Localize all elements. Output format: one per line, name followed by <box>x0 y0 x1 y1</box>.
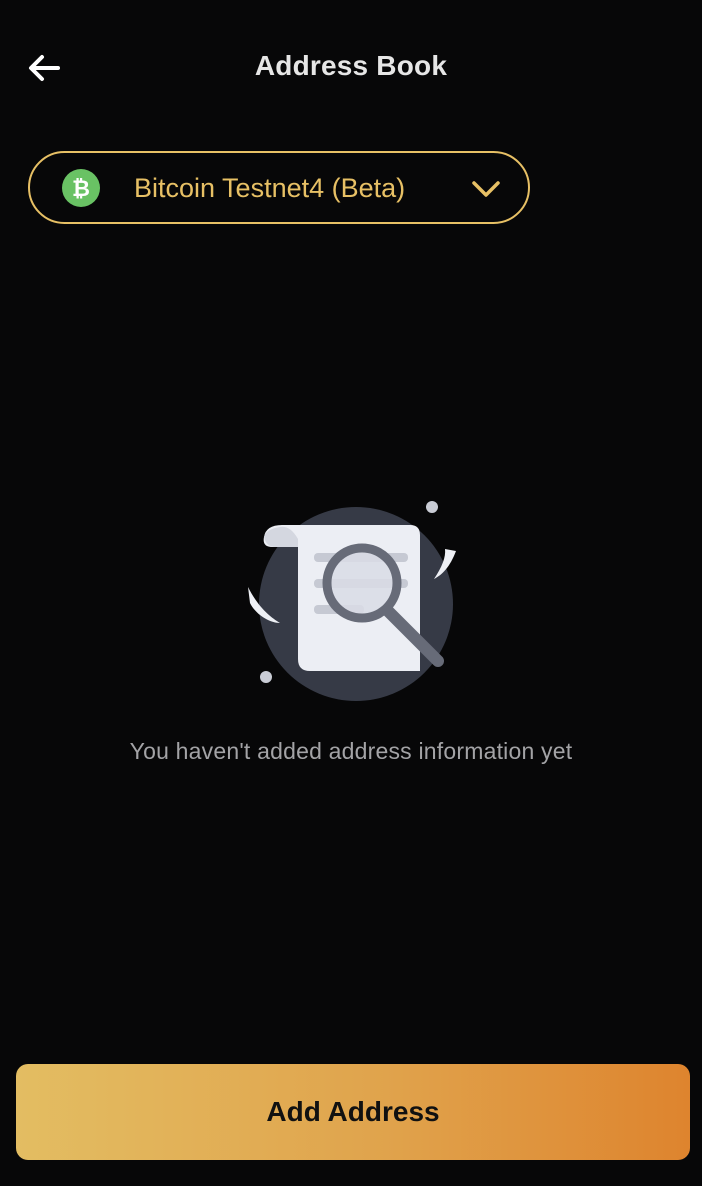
empty-state-message: You haven't added address information ye… <box>129 738 573 764</box>
empty-search-document-icon <box>248 501 456 701</box>
header: Address Book <box>0 0 702 136</box>
network-label: Bitcoin Testnet4 (Beta) <box>134 173 406 203</box>
svg-text:₿: ₿ <box>72 177 90 201</box>
bitcoin-icon: ₿ <box>62 169 100 207</box>
network-selector[interactable]: ₿ Bitcoin Testnet4 (Beta) <box>28 151 530 224</box>
page-title: Address Book <box>254 50 448 81</box>
chevron-down-icon <box>472 181 500 197</box>
add-address-button[interactable]: Add Address <box>16 1064 690 1160</box>
